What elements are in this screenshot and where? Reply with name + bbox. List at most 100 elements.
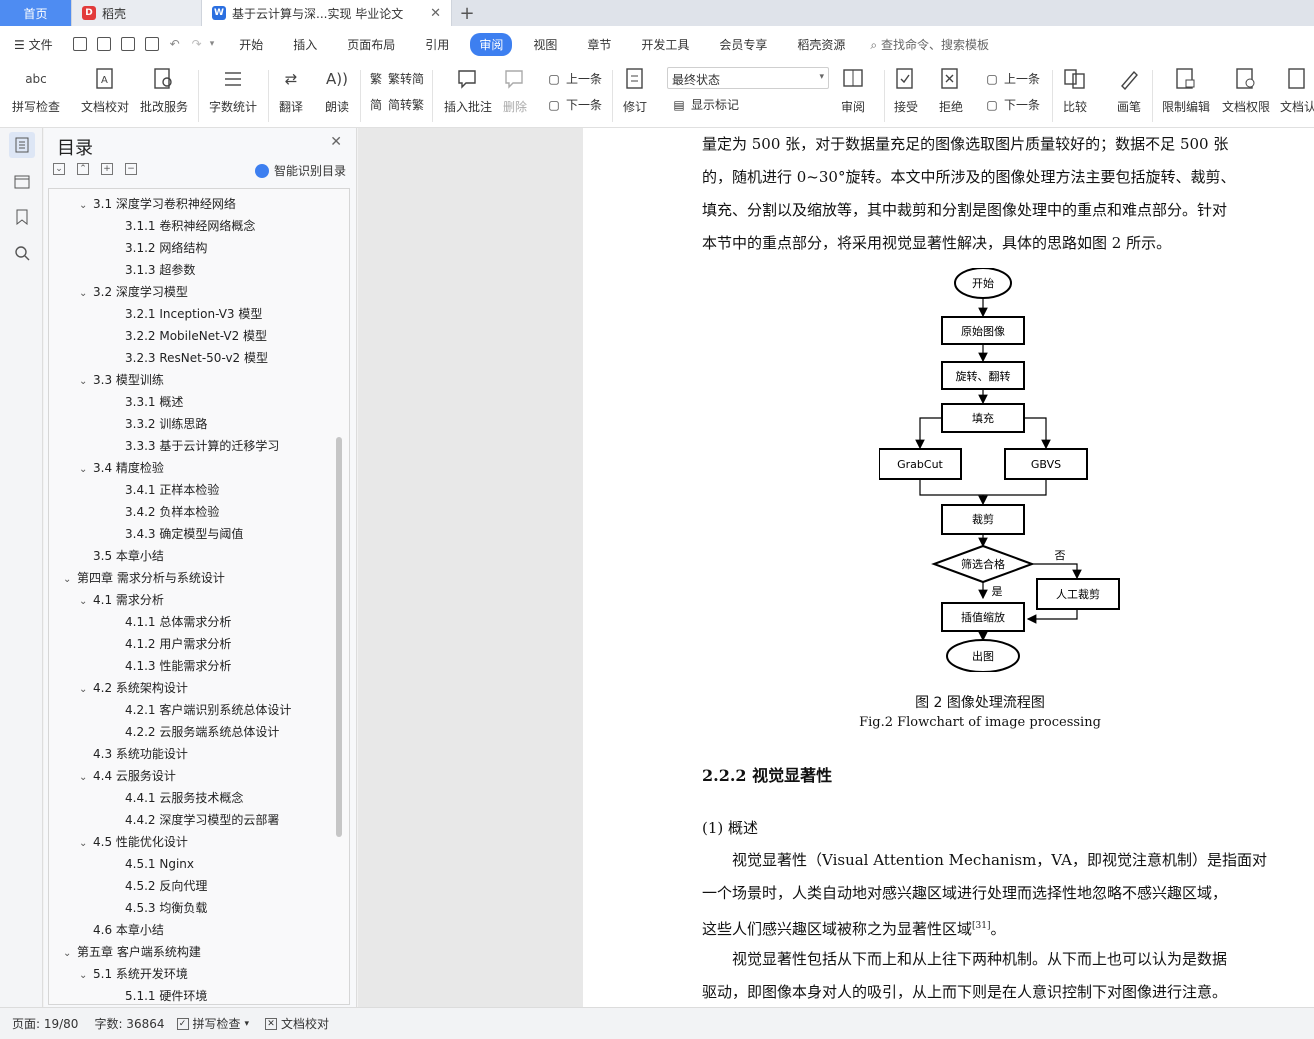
document-page[interactable]: 量定为 500 张，对于数据量充足的图像选取图片质量较好的；数据不足 500 张… — [583, 128, 1314, 1007]
toc-scrollbar[interactable] — [336, 437, 342, 837]
prev-comment-button[interactable]: ▢ 上一条 — [546, 70, 602, 87]
preview-icon[interactable] — [144, 37, 159, 51]
prev-change-button[interactable]: ▢ 上一条 — [984, 70, 1040, 87]
word-count-indicator[interactable]: 字数: 36864 — [94, 1015, 164, 1032]
toc-item[interactable]: 4.2.1 客户端识别系统总体设计 — [111, 699, 291, 721]
close-icon[interactable]: ✕ — [330, 134, 342, 150]
smart-toc-button[interactable]: 智能识别目录 — [254, 162, 346, 179]
restrict-edit-button[interactable]: 限制编辑 — [1162, 66, 1210, 115]
toc-item[interactable]: ⌄ 4.4 云服务设计 — [79, 765, 176, 787]
doc-proof-button[interactable]: A 文档校对 — [81, 66, 129, 115]
toc-item[interactable]: ⌄ 3.2 深度学习模型 — [79, 281, 188, 303]
file-menu[interactable]: ☰ 文件 — [0, 36, 68, 53]
tab-daoke[interactable]: D 稻壳 — [72, 0, 202, 26]
toc-icon[interactable] — [9, 132, 35, 158]
undo-icon[interactable]: ↶ — [170, 37, 180, 51]
tab-document[interactable]: W 基于云计算与深...实现 毕业论文 ✕ — [202, 0, 452, 26]
toc-item[interactable]: 4.4.1 云服务技术概念 — [111, 787, 243, 809]
read-aloud-button[interactable]: A)) 朗读 — [324, 66, 350, 115]
accept-button[interactable]: 接受 — [893, 66, 919, 115]
word-count-button[interactable]: 字数统计 — [209, 66, 257, 115]
bookmark-icon[interactable] — [9, 204, 35, 230]
toc-item[interactable]: ⌄ 4.2 系统架构设计 — [79, 677, 188, 699]
spellcheck-button[interactable]: abc 拼写检查 — [12, 66, 60, 115]
show-marks-button[interactable]: ▤ 显示标记 — [671, 96, 739, 113]
compare-button[interactable]: 比较 — [1062, 66, 1088, 115]
translate-button[interactable]: ⇄ 翻译 — [278, 66, 304, 115]
toc-item[interactable]: 4.6 本章小结 — [79, 919, 164, 941]
save-icon[interactable] — [72, 37, 87, 51]
toc-item[interactable]: 4.1.2 用户需求分析 — [111, 633, 231, 655]
reject-button[interactable]: 拒绝 — [938, 66, 964, 115]
menu-view[interactable]: 视图 — [518, 36, 572, 53]
toc-item[interactable]: 4.1.1 总体需求分析 — [111, 611, 231, 633]
menu-insert[interactable]: 插入 — [278, 36, 332, 53]
doc-proof-status[interactable]: ✕ 文档校对 — [265, 1015, 329, 1032]
toc-item[interactable]: 3.1.2 网络结构 — [111, 237, 207, 259]
chevron-down-icon[interactable]: ⌄ — [79, 591, 93, 613]
toc-item[interactable]: ⌄ 5.1 系统开发环境 — [79, 963, 188, 985]
toc-item[interactable]: 3.3.2 训练思路 — [111, 413, 207, 435]
menu-daoke-resources[interactable]: 稻壳资源 — [782, 36, 860, 53]
toc-item[interactable]: 4.5.1 Nginx — [111, 853, 194, 875]
next-change-button[interactable]: ▢ 下一条 — [984, 96, 1040, 113]
menu-member[interactable]: 会员专享 — [704, 36, 782, 53]
toc-item[interactable]: 3.1.3 超参数 — [111, 259, 195, 281]
toc-item[interactable]: 3.2.2 MobileNet-V2 模型 — [111, 325, 267, 347]
chevron-down-icon[interactable]: ⌄ — [79, 283, 93, 305]
new-tab-button[interactable]: + — [452, 0, 482, 26]
batch-service-button[interactable]: 批改服务 — [140, 66, 188, 115]
toc-item[interactable]: ⌄ 4.1 需求分析 — [79, 589, 164, 611]
delete-comment-button[interactable]: 删除 — [502, 66, 528, 115]
print-icon[interactable] — [120, 37, 135, 51]
toc-item[interactable]: 3.4.2 负样本检验 — [111, 501, 219, 523]
toc-item[interactable]: 4.5.3 均衡负载 — [111, 897, 207, 919]
chevron-down-icon[interactable]: ⌄ — [63, 569, 77, 591]
tab-home[interactable]: 首页 — [0, 0, 72, 26]
toc-item[interactable]: 3.5 本章小结 — [79, 545, 164, 567]
search-icon[interactable] — [9, 240, 35, 266]
toc-item[interactable]: ⌄ 3.1 深度学习卷积神经网络 — [79, 193, 236, 215]
doc-permission-button[interactable]: 文档权限 — [1222, 66, 1270, 115]
menu-start[interactable]: 开始 — [224, 36, 278, 53]
toc-item[interactable]: 4.2.2 云服务端系统总体设计 — [111, 721, 279, 743]
toc-item[interactable]: 4.3 系统功能设计 — [79, 743, 188, 765]
next-comment-button[interactable]: ▢ 下一条 — [546, 96, 602, 113]
toc-item[interactable]: ⌄ 3.4 精度检验 — [79, 457, 164, 479]
command-search[interactable]: ⌕ 查找命令、搜索模板 — [870, 36, 989, 53]
pen-button[interactable]: 画笔 — [1116, 66, 1142, 115]
toc-item[interactable]: 3.2.3 ResNet-50-v2 模型 — [111, 347, 268, 369]
close-icon[interactable]: ✕ — [430, 6, 441, 21]
toc-item[interactable]: 3.4.3 确定模型与阈值 — [111, 523, 243, 545]
export-icon[interactable] — [96, 37, 111, 51]
page-indicator[interactable]: 页面: 19/80 — [12, 1015, 78, 1032]
chevron-down-icon[interactable]: ▾ — [210, 39, 215, 49]
toc-item[interactable]: ⌄ 第四章 需求分析与系统设计 — [63, 567, 225, 589]
chevron-down-icon[interactable]: ⌄ — [79, 195, 93, 217]
toc-item[interactable]: 5.1.1 硬件环境 — [111, 985, 207, 1004]
toc-item[interactable]: 4.5.2 反向代理 — [111, 875, 207, 897]
chevron-down-icon[interactable]: ⌄ — [79, 833, 93, 855]
redo-icon[interactable]: ↷ — [192, 37, 202, 51]
citation-ref[interactable]: [31] — [972, 921, 990, 931]
toc-item[interactable]: 3.4.1 正样本检验 — [111, 479, 219, 501]
chevron-down-icon[interactable]: ⌄ — [79, 679, 93, 701]
insert-comment-button[interactable]: 插入批注 — [444, 66, 492, 115]
menu-reference[interactable]: 引用 — [410, 36, 464, 53]
chapter-nav-icon[interactable] — [9, 168, 35, 194]
menu-devtools[interactable]: 开发工具 — [626, 36, 704, 53]
chevron-down-icon[interactable]: ⌄ — [79, 371, 93, 393]
toc-item[interactable]: 3.1.1 卷积神经网络概念 — [111, 215, 255, 237]
revise-button[interactable]: 修订 — [622, 66, 648, 115]
toc-item[interactable]: ⌄ 4.5 性能优化设计 — [79, 831, 188, 853]
menu-layout[interactable]: 页面布局 — [332, 36, 410, 53]
trad-to-simp-button[interactable]: 繁繁转简 — [368, 70, 424, 87]
collapse-all-icon[interactable]: ⌄ — [53, 163, 65, 175]
chevron-down-icon[interactable]: ⌄ — [79, 767, 93, 789]
review-pane-button[interactable]: 审阅 — [840, 66, 866, 115]
chevron-down-icon[interactable]: ⌄ — [79, 459, 93, 481]
chevron-down-icon[interactable]: ⌄ — [63, 943, 77, 965]
toc-item[interactable]: ⌄ 第五章 客户端系统构建 — [63, 941, 201, 963]
spellcheck-status[interactable]: ✓ 拼写检查 ▾ — [176, 1015, 249, 1032]
chevron-down-icon[interactable]: ⌄ — [79, 965, 93, 987]
